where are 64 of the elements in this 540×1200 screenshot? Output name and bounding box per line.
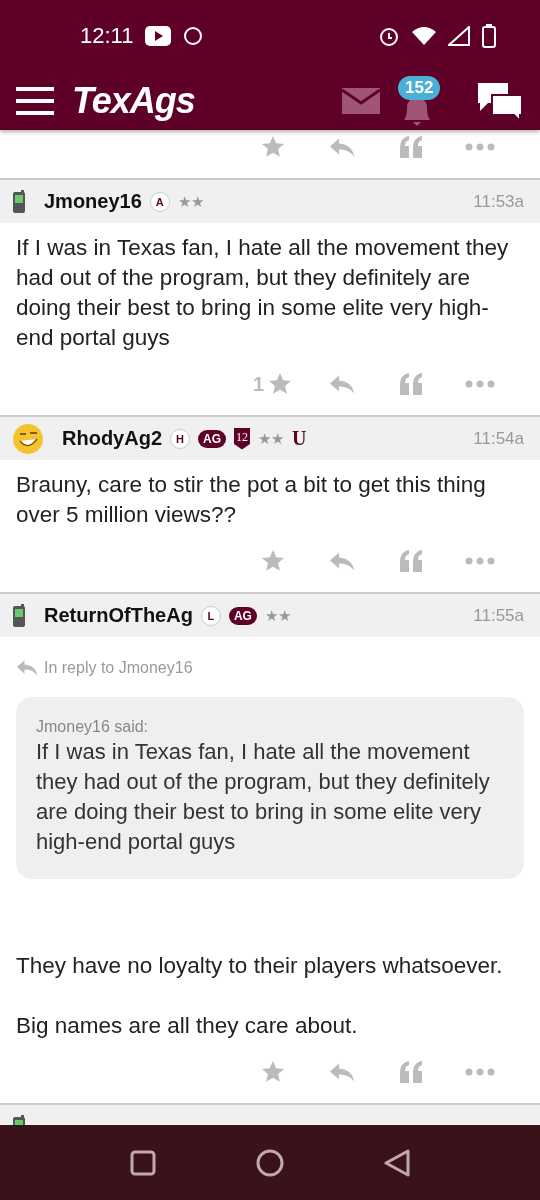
recents-button[interactable]	[130, 1149, 156, 1176]
more-icon	[464, 1068, 495, 1076]
chat-bubbles-icon	[476, 81, 524, 121]
reply-arrow-icon	[16, 659, 38, 677]
post-text: Brauny, care to stir the pot a bit to get this thing over 5 million views??	[16, 471, 487, 529]
circle-icon	[256, 1148, 284, 1177]
status-time: 12:11	[80, 23, 134, 49]
site-logo[interactable]: TexAgs	[72, 80, 195, 122]
post-text: Big names are all they care about.	[16, 1012, 359, 1040]
chat-button[interactable]	[476, 81, 524, 121]
back-button[interactable]	[384, 1148, 410, 1177]
quote-icon	[398, 550, 423, 572]
reply-arrow-icon	[328, 1061, 355, 1083]
quote-author: Jmoney16 said:	[36, 717, 150, 737]
more-icon	[464, 143, 495, 151]
user-badge: AG	[198, 429, 226, 448]
notification-count: 152	[398, 76, 441, 100]
post-time: 11:55a	[473, 605, 524, 626]
rank-stars: ★★	[264, 606, 291, 625]
reply-arrow-icon	[328, 373, 355, 395]
reply-arrow-icon	[328, 136, 355, 158]
user-badge: L	[200, 605, 221, 626]
post-time: 11:54a	[473, 428, 524, 449]
battery-icon	[482, 24, 496, 48]
star-icon	[260, 135, 285, 159]
user-badge: AG	[228, 606, 257, 625]
user-badge: A	[149, 191, 170, 212]
quote-icon	[398, 136, 423, 158]
team-logo: U	[292, 427, 307, 450]
envelope-icon	[342, 88, 380, 114]
star-icon	[260, 1060, 285, 1084]
cell-phone-icon	[12, 189, 26, 214]
triangle-icon	[384, 1148, 410, 1177]
star-icon	[268, 372, 293, 396]
user-badge: H	[170, 428, 190, 449]
rank-stars: ★★	[258, 429, 284, 448]
reply-arrow-icon	[328, 550, 355, 572]
wifi-icon	[412, 26, 436, 46]
quote-icon	[398, 1061, 423, 1083]
rank-stars: ★★	[177, 192, 204, 211]
post-text: They have no loyalty to their players whatsoever.	[16, 952, 504, 980]
more-icon	[464, 380, 495, 388]
home-button[interactable]	[256, 1148, 284, 1177]
grinning-face-icon	[12, 422, 44, 455]
star-icon	[260, 549, 285, 573]
signal-icon	[448, 26, 470, 46]
app-icon	[183, 26, 204, 46]
play-icon	[145, 26, 172, 46]
username[interactable]: RhodyAg2	[62, 427, 162, 450]
like-count: 1	[252, 372, 265, 396]
alarm-icon	[378, 25, 400, 47]
post-text: If I was in Texas fan, I hate all the movement they had out of the program, but they definitely are doing their best to bring in some elite very high-end portal guys	[16, 234, 510, 352]
post-time: 11:53a	[473, 191, 524, 212]
cell-phone-icon	[12, 603, 26, 628]
username[interactable]: ReturnOfTheAg	[44, 604, 193, 627]
menu-icon	[16, 87, 54, 115]
more-icon	[464, 557, 495, 565]
shield-badge: 12	[234, 427, 250, 450]
mail-button[interactable]	[342, 88, 380, 114]
square-icon	[130, 1149, 156, 1176]
menu-button[interactable]	[16, 87, 54, 115]
quote-icon	[398, 373, 423, 395]
username[interactable]: Jmoney16	[44, 190, 142, 213]
quote-text: If I was in Texas fan, I hate all the movement they had out of the program, but they definitely are doing their best to bring in some elite very high-end portal guys	[36, 738, 491, 856]
